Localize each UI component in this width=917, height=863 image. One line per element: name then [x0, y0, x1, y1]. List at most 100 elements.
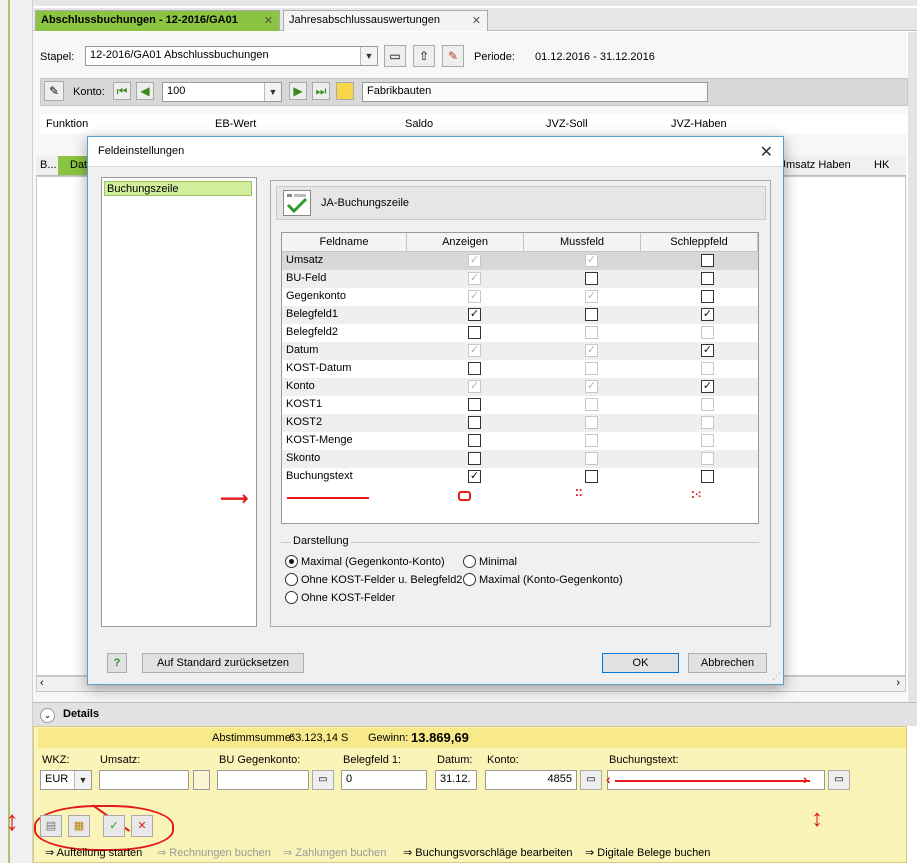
schlepp-checkbox[interactable] — [701, 254, 714, 267]
reset-button[interactable]: Auf Standard zurücksetzen — [142, 653, 304, 673]
save-disk-icon[interactable]: ▤ — [40, 815, 62, 837]
table-row[interactable]: Skonto — [282, 450, 758, 468]
datum-field[interactable]: 31.12. — [435, 770, 477, 790]
schlepp-checkbox[interactable] — [701, 272, 714, 285]
lookup-icon[interactable]: ▭ — [580, 770, 602, 790]
window-icon[interactable]: ▭ — [384, 45, 406, 67]
radio-maximal-konto[interactable] — [463, 573, 476, 586]
folder-icon[interactable] — [336, 82, 354, 100]
scroll-left-icon[interactable]: ‹ — [40, 677, 44, 689]
export-icon[interactable]: ⇧ — [413, 45, 435, 67]
table-row[interactable]: Belegfeld2 — [282, 324, 758, 342]
grid-col-dat[interactable]: Dat — [58, 156, 88, 175]
konto-combobox[interactable]: 100 ▼ — [162, 82, 282, 102]
radio-maximal-gegenkonto[interactable] — [285, 555, 298, 568]
schlepp-checkbox[interactable]: ✓ — [701, 344, 714, 357]
edit-pencil-icon[interactable]: ✎ — [442, 45, 464, 67]
radio-ohne-kost[interactable] — [285, 591, 298, 604]
details-title: Details — [63, 708, 100, 720]
schlepp-checkbox[interactable]: ✓ — [701, 380, 714, 393]
grid-col-umsatz-haben[interactable]: Umsatz Haben — [778, 159, 851, 171]
details-bar[interactable]: ⌄ Details — [33, 702, 917, 726]
resize-grip-icon[interactable]: ⋰ — [772, 671, 781, 682]
anzeigen-checkbox[interactable] — [468, 416, 481, 429]
stapel-label: Stapel: — [40, 51, 75, 63]
check-icon[interactable]: ✓ — [103, 815, 125, 837]
edit-list-icon[interactable]: ✎ — [44, 81, 64, 101]
field-name: KOST-Menge — [286, 434, 353, 446]
tree-item-buchungszeile[interactable]: Buchungszeile — [104, 181, 252, 196]
tab-close-icon[interactable]: ✕ — [264, 14, 273, 27]
action-aufteilung[interactable]: ⇒ Aufteilung starten — [45, 846, 142, 859]
table-row[interactable]: KOST2 — [282, 414, 758, 432]
first-icon[interactable]: ⏮ — [113, 82, 131, 100]
wkz-label: WKZ: — [42, 754, 70, 766]
delete-icon[interactable]: ✕ — [131, 815, 153, 837]
anzeigen-checkbox[interactable]: ✓ — [468, 470, 481, 483]
anzeigen-checkbox[interactable] — [468, 398, 481, 411]
help-icon[interactable]: ? — [107, 653, 127, 673]
soll-haben-indicator[interactable] — [193, 770, 210, 790]
col-jvz-haben: JVZ-Haben — [671, 118, 727, 130]
action-zahlungen[interactable]: ⇒ Zahlungen buchen — [283, 846, 386, 859]
settings-tree: Buchungszeile — [101, 177, 257, 627]
cancel-button[interactable]: Abbrechen — [688, 653, 767, 673]
schlepp-checkbox[interactable] — [701, 290, 714, 303]
previous-icon[interactable]: ◀ — [136, 82, 154, 100]
table-row[interactable]: Buchungstext ✓ — [282, 468, 758, 486]
field-name: KOST2 — [286, 416, 323, 428]
muss-checkbox[interactable] — [585, 272, 598, 285]
ok-button[interactable]: OK — [602, 653, 679, 673]
action-buchungsvorschlaege[interactable]: ⇒ Buchungsvorschläge bearbeiten — [403, 846, 572, 859]
anzeigen-checkbox[interactable] — [468, 434, 481, 447]
muss-checkbox[interactable] — [585, 470, 598, 483]
anzeigen-checkbox[interactable] — [468, 326, 481, 339]
konto-name-field: Fabrikbauten — [362, 82, 708, 102]
grid-col-b[interactable]: B... — [40, 159, 57, 171]
tab-close-icon[interactable]: ✕ — [472, 14, 481, 27]
th-schleppfeld[interactable]: Schleppfeld — [641, 233, 758, 252]
table-row[interactable]: Belegfeld1 ✓ ✓ — [282, 306, 758, 324]
action-rechnungen[interactable]: ⇒ Rechnungen buchen — [157, 846, 271, 859]
close-icon[interactable]: ✕ — [760, 142, 773, 162]
tab-abschlussbuchungen[interactable]: Abschlussbuchungen - 12-2016/GA01 ✕ — [35, 10, 280, 31]
th-feldname[interactable]: Feldname — [282, 233, 407, 252]
chevron-down-icon[interactable]: ▼ — [360, 47, 377, 65]
table-row[interactable]: Gegenkonto ✓ ✓ — [282, 288, 758, 306]
action-digitale-belege[interactable]: ⇒ Digitale Belege buchen — [585, 846, 710, 859]
split-icon[interactable]: ▦ — [68, 815, 90, 837]
table-row[interactable]: Datum ✓ ✓ ✓ — [282, 342, 758, 360]
belegfeld1-field[interactable]: 0 — [341, 770, 427, 790]
th-anzeigen[interactable]: Anzeigen — [407, 233, 524, 252]
lookup-icon[interactable]: ▭ — [312, 770, 334, 790]
schlepp-checkbox[interactable] — [701, 470, 714, 483]
chevron-down-icon[interactable]: ▼ — [264, 83, 281, 101]
stapel-select[interactable]: 12-2016/GA01 Abschlussbuchungen ▼ — [85, 46, 378, 66]
table-row[interactable]: Umsatz ✓ ✓ — [282, 252, 758, 270]
lookup-icon[interactable]: ▭ — [828, 770, 850, 790]
table-row[interactable]: Konto ✓ ✓ ✓ — [282, 378, 758, 396]
wkz-select[interactable]: EUR ▼ — [40, 770, 92, 790]
muss-checkbox[interactable] — [585, 308, 598, 321]
radio-minimal[interactable] — [463, 555, 476, 568]
table-row[interactable]: KOST-Datum — [282, 360, 758, 378]
anzeigen-checkbox[interactable]: ✓ — [468, 308, 481, 321]
table-row[interactable]: KOST-Menge — [282, 432, 758, 450]
next-icon[interactable]: ▶ — [289, 82, 307, 100]
table-row[interactable]: BU-Feld ✓ — [282, 270, 758, 288]
table-row[interactable]: KOST1 — [282, 396, 758, 414]
th-mussfeld[interactable]: Mussfeld — [524, 233, 641, 252]
tab-jahresabschlussauswertungen[interactable]: Jahresabschlussauswertungen ✕ — [283, 10, 488, 31]
konto-field[interactable]: 4855 — [485, 770, 577, 790]
radio-ohne-kost-belegfeld2[interactable] — [285, 573, 298, 586]
anzeigen-checkbox[interactable] — [468, 452, 481, 465]
last-icon[interactable]: ⏭ — [312, 82, 330, 100]
grid-col-hk[interactable]: HK — [874, 159, 889, 171]
anzeigen-checkbox[interactable] — [468, 362, 481, 375]
schlepp-checkbox[interactable]: ✓ — [701, 308, 714, 321]
chevron-down-icon[interactable]: ⌄ — [40, 708, 55, 723]
bu-gegenkonto-field[interactable] — [217, 770, 309, 790]
chevron-down-icon[interactable]: ▼ — [74, 771, 91, 789]
umsatz-field[interactable] — [99, 770, 189, 790]
scroll-right-icon[interactable]: › — [896, 677, 900, 689]
